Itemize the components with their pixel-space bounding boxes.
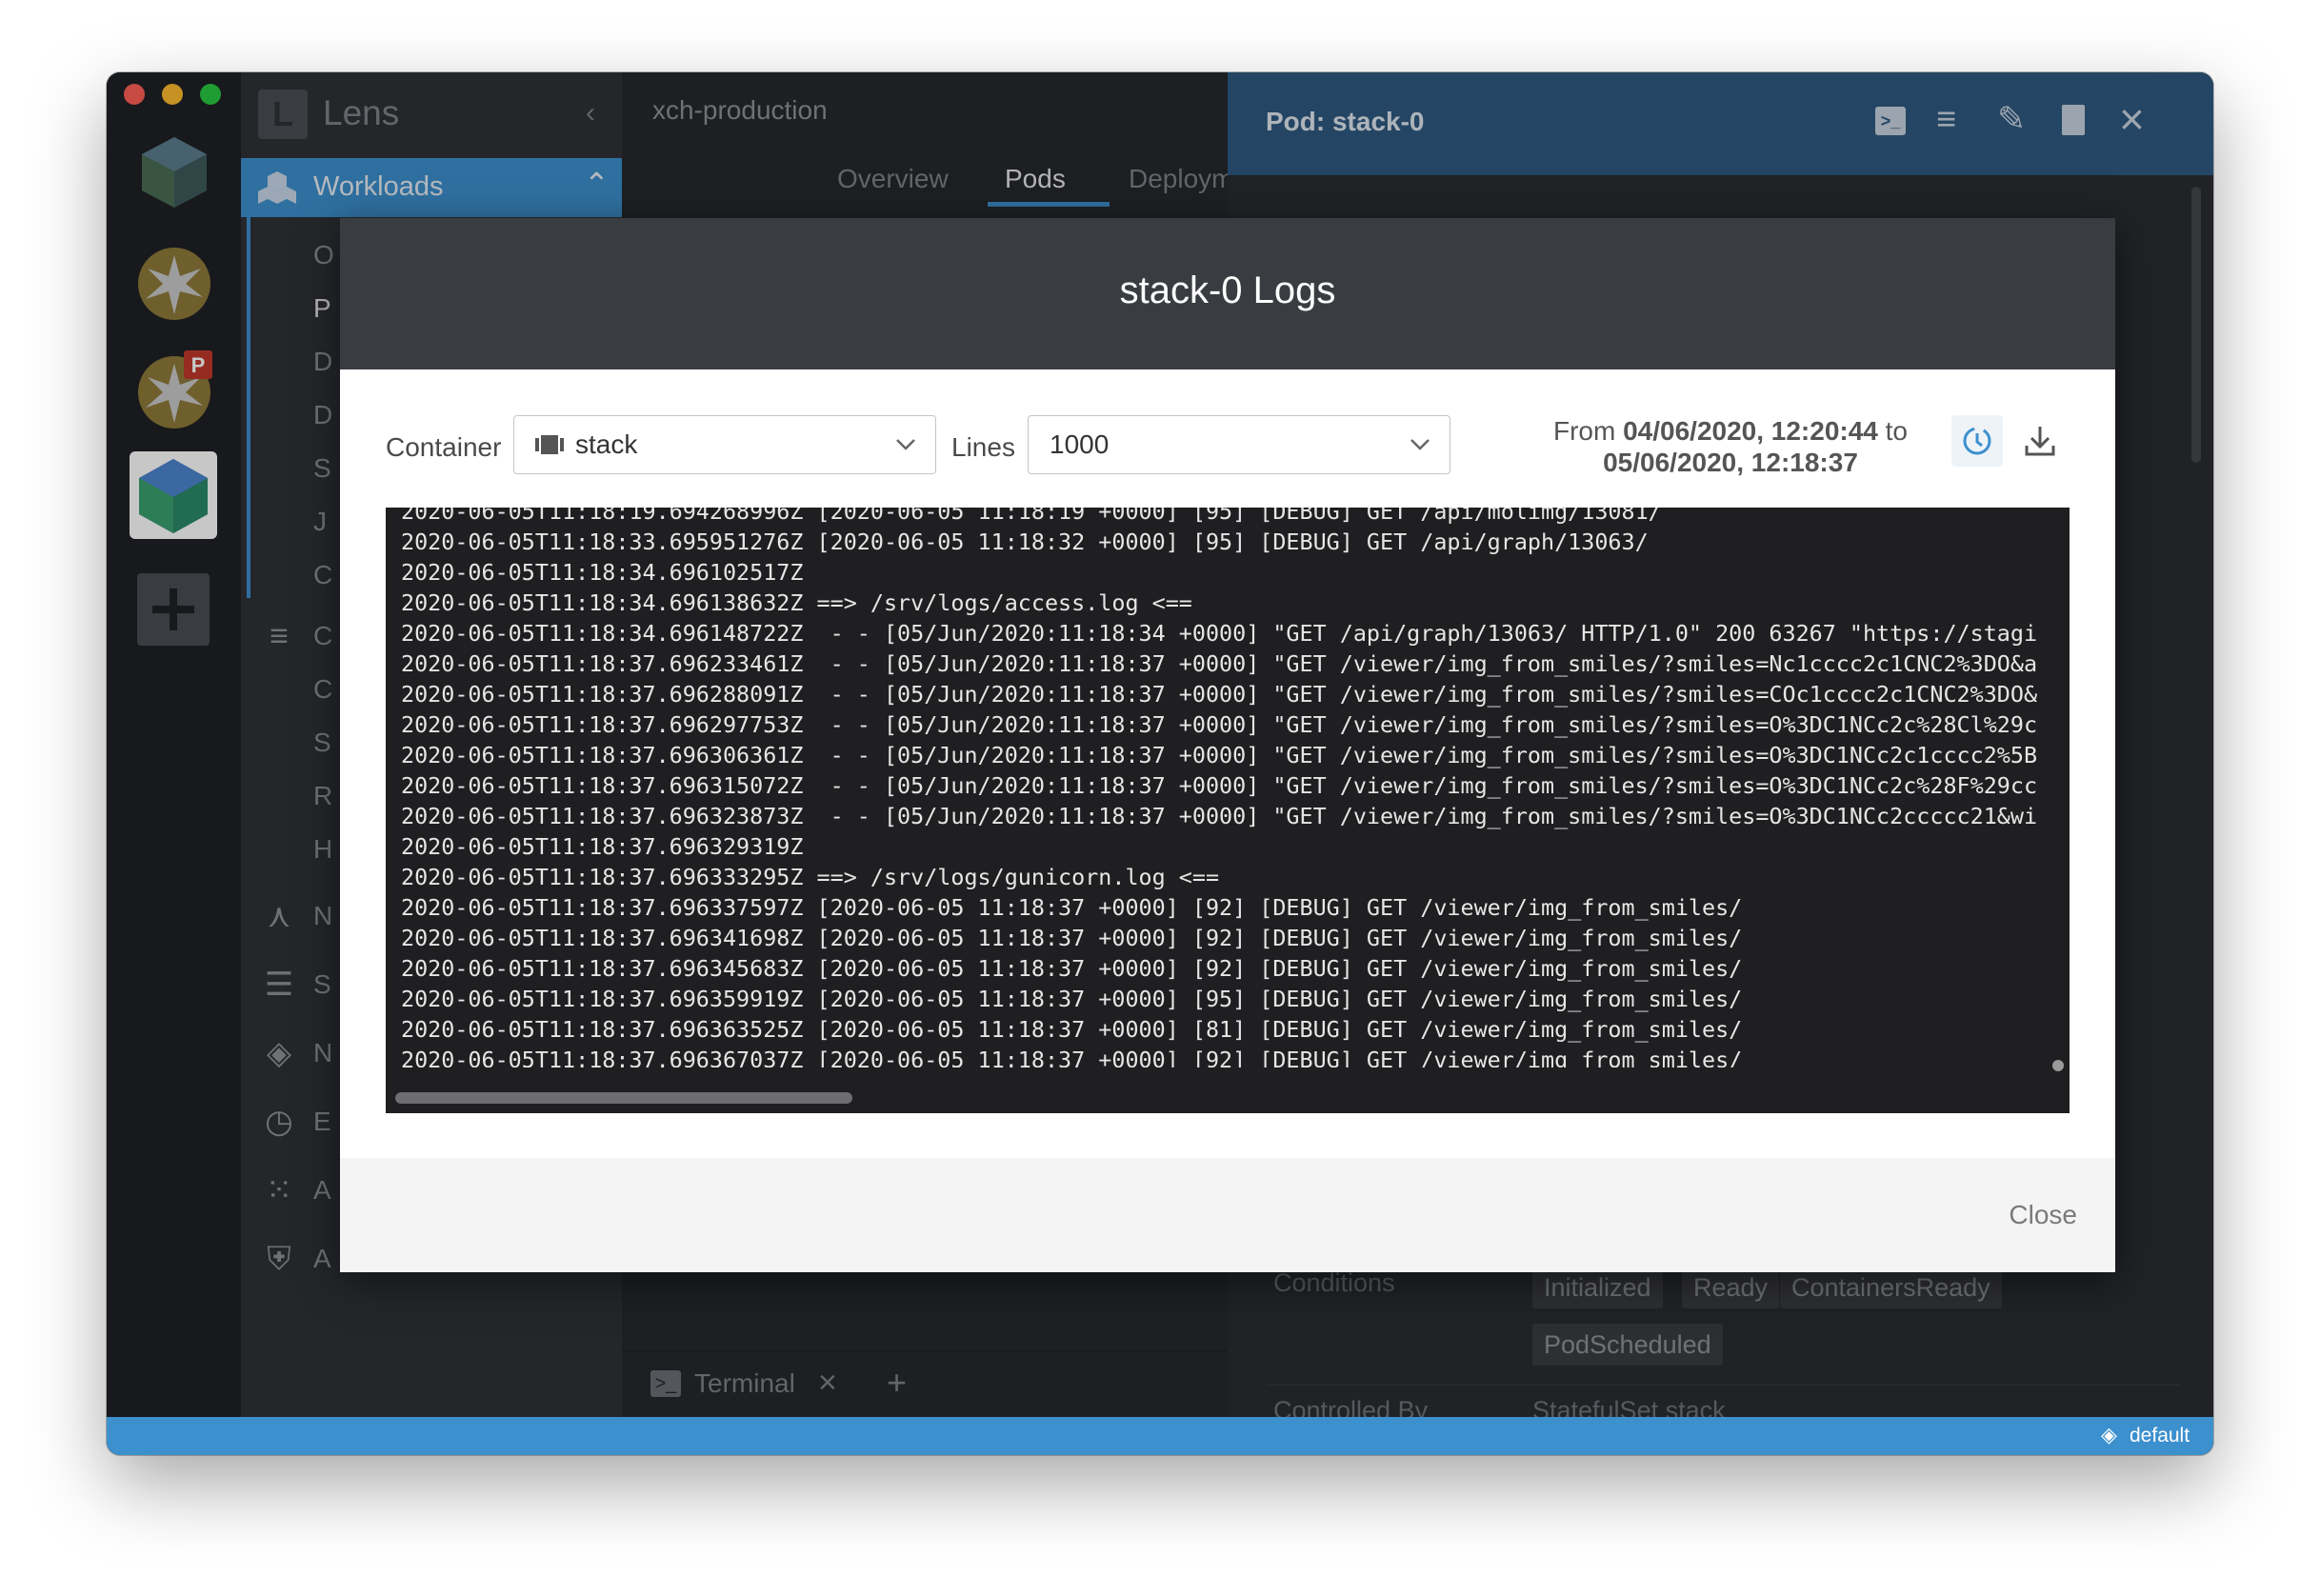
show-timestamps-button[interactable]: [1951, 415, 2003, 467]
log-line: 2020-06-05T11:18:37.696337597Z [2020-06-…: [401, 894, 1743, 921]
container-select[interactable]: stack: [513, 415, 936, 474]
log-line: 2020-06-05T11:18:37.696345683Z [2020-06-…: [401, 955, 1743, 982]
app-window: P L Lens ‹ Workloads ⌃ O P D D S J C ≡ C…: [107, 72, 2213, 1455]
log-line: 2020-06-05T11:18:37.696363525Z [2020-06-…: [401, 1016, 1743, 1043]
log-line: 2020-06-05T11:18:37.696323873Z - - [05/J…: [401, 803, 2038, 829]
range-to: 05/06/2020, 12:18:37: [1603, 448, 1858, 477]
log-line: 2020-06-05T11:18:34.696138632Z ==> /srv/…: [401, 589, 1192, 616]
scroll-indicator: [2052, 1060, 2064, 1071]
range-mid: to: [1885, 416, 1909, 446]
lines-select-value: 1000: [1050, 429, 1110, 459]
log-line: 2020-06-05T11:18:37.696367037Z [2020-06-…: [401, 1047, 1743, 1067]
log-line: 2020-06-05T11:18:37.696359919Z [2020-06-…: [401, 986, 1743, 1012]
time-range-from-line: From 04/06/2020, 12:20:44 to: [1511, 415, 1950, 447]
lines-select[interactable]: 1000: [1028, 415, 1450, 474]
log-line: 2020-06-05T11:18:37.696306361Z - - [05/J…: [401, 742, 2038, 768]
log-line: 2020-06-05T11:18:37.696341698Z [2020-06-…: [401, 925, 1743, 951]
log-line: 2020-06-05T11:18:34.696148722Z - - [05/J…: [401, 620, 2038, 647]
container-select-value: stack: [575, 429, 638, 459]
close-button[interactable]: Close: [2009, 1200, 2077, 1230]
log-output[interactable]: 2020-06-05T11:18:19.694268996Z [2020-06-…: [386, 508, 2070, 1113]
namespace-label[interactable]: default: [2130, 1425, 2190, 1447]
chevron-down-icon: [1410, 433, 1430, 454]
log-line: 2020-06-05T11:18:37.696288091Z - - [05/J…: [401, 681, 2038, 708]
log-line: 2020-06-05T11:18:37.696315072Z - - [05/J…: [401, 772, 2038, 799]
log-line: 2020-06-05T11:18:37.696329319Z: [401, 833, 804, 860]
horizontal-scrollbar[interactable]: [395, 1092, 852, 1104]
dialog-title: stack-0 Logs: [1119, 269, 1336, 311]
logs-dialog: stack-0 Logs Container stack Lines 1000: [340, 218, 2115, 1272]
download-icon: [2025, 427, 2055, 456]
log-line: 2020-06-05T11:18:33.695951276Z [2020-06-…: [401, 529, 1649, 555]
dialog-header: stack-0 Logs: [340, 218, 2115, 369]
time-range-to-line: 05/06/2020, 12:18:37: [1511, 447, 1950, 478]
log-lines: 2020-06-05T11:18:19.694268996Z [2020-06-…: [401, 508, 2043, 1067]
time-range: From 04/06/2020, 12:20:44 to 05/06/2020,…: [1511, 415, 1950, 478]
container-label: Container: [386, 432, 502, 462]
log-line: 2020-06-05T11:18:34.696102517Z: [401, 559, 804, 586]
range-prefix: From: [1552, 416, 1616, 446]
lines-label: Lines: [951, 432, 1015, 462]
log-line: 2020-06-05T11:18:37.696333295Z ==> /srv/…: [401, 864, 1220, 890]
namespace-icon: ◈: [2101, 1423, 2117, 1446]
log-line: 2020-06-05T11:18:37.696297753Z - - [05/J…: [401, 711, 2038, 738]
container-icon: [535, 435, 564, 454]
log-line: 2020-06-05T11:18:19.694268996Z [2020-06-…: [401, 508, 1662, 525]
log-line: 2020-06-05T11:18:37.696233461Z - - [05/J…: [401, 650, 2038, 677]
timestamp-icon: [1963, 427, 1991, 455]
range-from: 04/06/2020, 12:20:44: [1623, 416, 1878, 446]
chevron-down-icon: [895, 433, 916, 454]
status-bar: ◈ default: [107, 1417, 2213, 1455]
download-button[interactable]: [2014, 415, 2066, 467]
